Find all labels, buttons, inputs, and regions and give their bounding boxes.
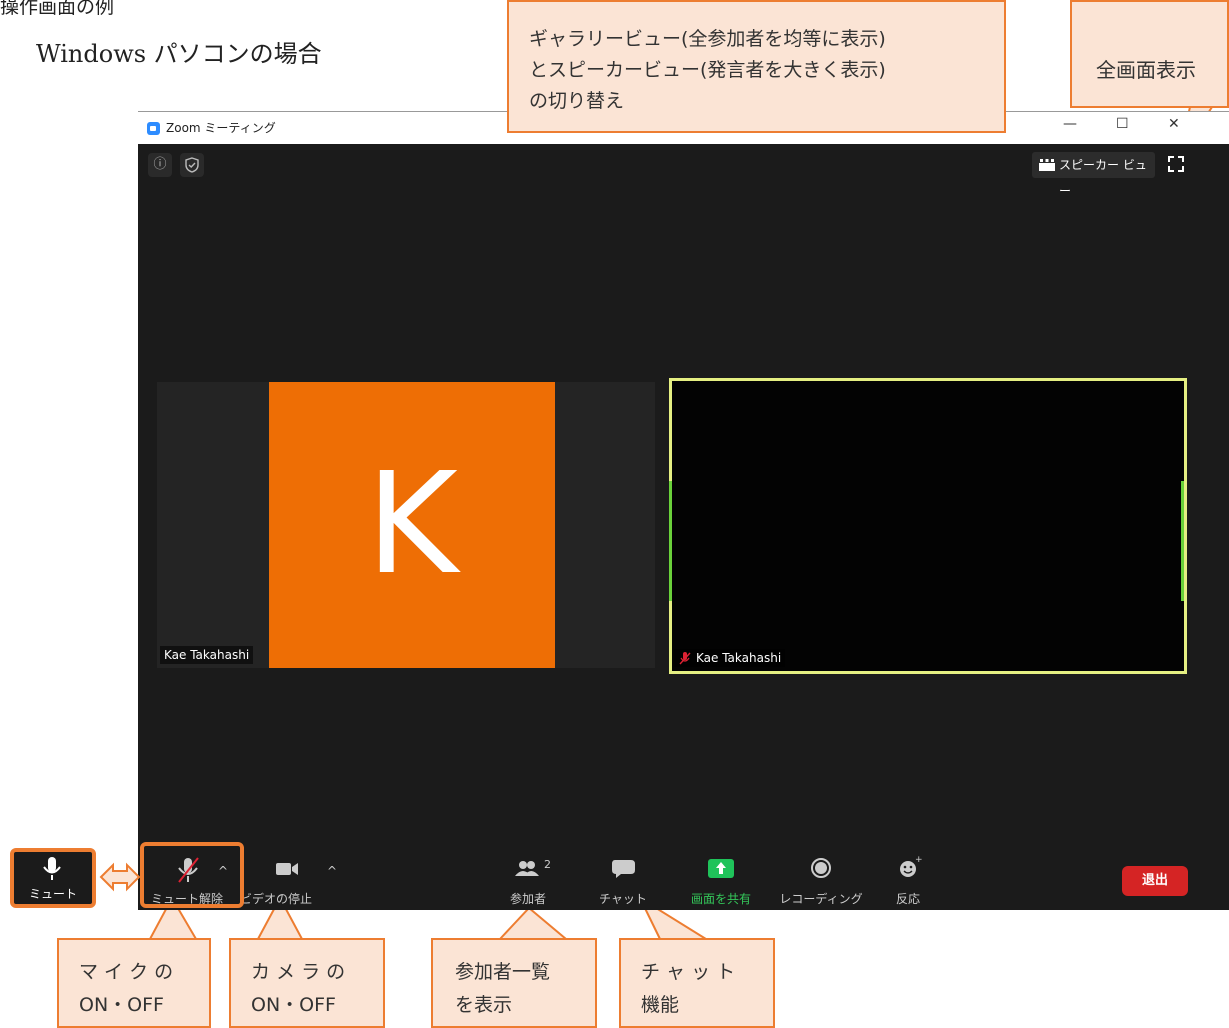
participants-count: 2 <box>544 858 551 871</box>
zoom-meeting-window: Zoom ミーティング — ☐ ✕ ⓘ スピーカー ビュー K Kae Taka… <box>138 111 1229 910</box>
speaker-highlight <box>669 481 672 601</box>
speaker-highlight <box>1181 481 1184 601</box>
chat-function-callout: チ ャ ッ ト 機能 <box>619 938 775 1028</box>
fullscreen-icon[interactable] <box>1168 156 1184 172</box>
chat-icon <box>612 860 635 878</box>
toggle-double-arrow-icon <box>99 862 141 892</box>
participants-label: 参加者 <box>509 892 546 906</box>
callout-line: を表示 <box>455 994 513 1016</box>
participant-tile[interactable]: K Kae Takahashi <box>157 382 655 668</box>
reactions-button[interactable]: + 反応 <box>880 854 936 910</box>
chat-label: チャット <box>599 892 647 906</box>
speaker-view-label: スピーカー ビュー <box>1059 158 1147 198</box>
callout-line: ギャラリービュー(全参加者を均等に表示) <box>529 28 886 50</box>
shield-icon <box>185 157 199 173</box>
record-icon <box>811 858 831 878</box>
camera-toggle-callout: カ メ ラ の ON・OFF <box>229 938 385 1028</box>
reaction-emoji-icon: + <box>900 855 923 877</box>
participant-avatar: K <box>269 382 555 668</box>
callout-line: 参加者一覧 <box>455 961 551 983</box>
reactions-label: 反応 <box>895 892 920 906</box>
callout-line: とスピーカービュー(発言者を大きく表示) <box>529 59 886 81</box>
video-camera-icon <box>276 863 298 875</box>
speaker-view-button[interactable]: スピーカー ビュー <box>1032 152 1155 198</box>
window-title: Zoom ミーティング <box>166 121 276 135</box>
info-icon: ⓘ <box>153 157 167 172</box>
mute-button-example: ミュート <box>10 848 96 908</box>
meeting-info-button[interactable]: ⓘ <box>148 153 172 177</box>
participant-name-text: Kae Takahashi <box>696 651 782 665</box>
record-button[interactable]: レコーディング <box>778 854 864 910</box>
callout-line: の切り替え <box>529 90 625 112</box>
record-label: レコーディング <box>779 892 863 906</box>
callout-line: 機能 <box>641 994 680 1016</box>
participant-name: Kae Takahashi <box>674 649 786 667</box>
speaker-view-icon <box>1039 159 1055 171</box>
zoom-logo-icon <box>147 122 160 135</box>
video-options-caret[interactable]: ^ <box>327 864 337 878</box>
security-button[interactable] <box>180 153 204 177</box>
stop-video-button[interactable]: ビデオの停止 <box>238 854 314 910</box>
muted-mic-icon <box>679 652 691 665</box>
callout-line: ON・OFF <box>79 994 164 1016</box>
participants-list-callout: 参加者一覧 を表示 <box>431 938 597 1028</box>
callout-line: カ メ ラ の <box>251 961 346 983</box>
share-screen-icon <box>708 859 734 878</box>
callout-line: マ イ ク の <box>79 961 174 983</box>
close-button[interactable]: ✕ <box>1168 116 1180 132</box>
participants-button[interactable]: 2 参加者 <box>498 854 558 910</box>
callout-line: チ ャ ッ ト <box>641 961 736 983</box>
gallery-speaker-view-callout: ギャラリービュー(全参加者を均等に表示) とスピーカービュー(発言者を大きく表示… <box>507 0 1006 133</box>
participants-callout-pointer <box>497 906 569 940</box>
minimize-button[interactable]: — <box>1063 116 1077 132</box>
mute-label: ミュート <box>28 887 77 901</box>
svg-text:+: + <box>915 855 923 865</box>
participant-name: Kae Takahashi <box>160 646 254 664</box>
mic-icon <box>43 857 61 880</box>
share-screen-button[interactable]: 画面を共有 <box>683 854 759 910</box>
callout-line: ON・OFF <box>251 994 336 1016</box>
callout-line: 全画面表示 <box>1096 58 1196 82</box>
chat-button[interactable]: チャット <box>593 854 653 910</box>
stop-video-label: ビデオの停止 <box>239 892 312 906</box>
active-speaker-tile[interactable]: Kae Takahashi <box>669 378 1187 674</box>
fullscreen-callout: 全画面表示 <box>1070 0 1229 108</box>
unmute-highlight <box>140 842 244 908</box>
share-screen-label: 画面を共有 <box>690 892 751 906</box>
maximize-button[interactable]: ☐ <box>1116 116 1129 132</box>
leave-meeting-button[interactable]: 退出 <box>1122 866 1188 896</box>
mic-toggle-callout: マ イ ク の ON・OFF <box>57 938 211 1028</box>
